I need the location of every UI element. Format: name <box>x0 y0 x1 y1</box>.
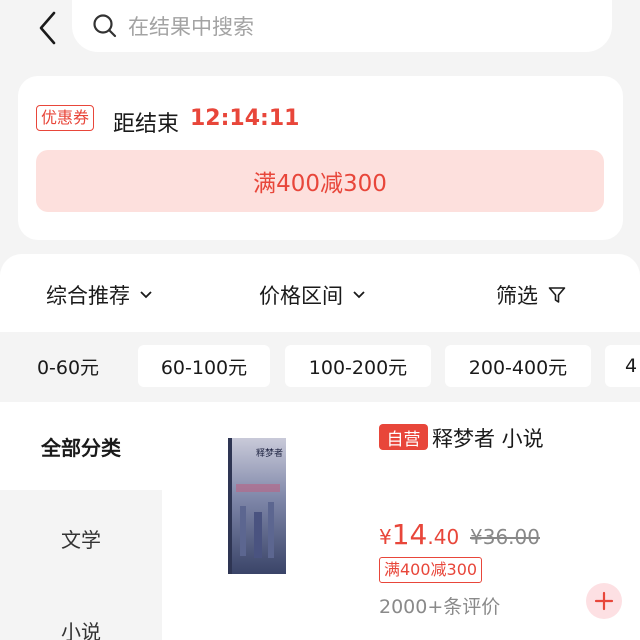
price-chip[interactable]: 200-400元 <box>445 345 591 387</box>
coupon-offer-button[interactable]: 满400减300 <box>36 150 604 212</box>
filter-icon <box>548 287 566 303</box>
plus-icon <box>594 591 614 611</box>
countdown-label: 距结束 <box>113 112 180 137</box>
book-cover-title: 释梦者 <box>256 447 283 459</box>
top-bar: 在结果中搜索 <box>0 0 640 58</box>
coupon-tag: 优惠券 <box>36 105 95 131</box>
price-integer: 14 <box>391 518 428 551</box>
category-all[interactable]: 全部分类 <box>0 402 162 490</box>
search-placeholder: 在结果中搜索 <box>128 15 254 39</box>
self-operated-badge: 自营 <box>379 424 428 450</box>
sort-price-range[interactable]: 价格区间 <box>259 280 365 310</box>
price-decimal: .40 <box>427 525 460 549</box>
sort-comprehensive-label: 综合推荐 <box>46 284 130 308</box>
results-panel: 综合推荐 价格区间 筛选 0-60元 60-100元 100-200元 200-… <box>0 254 640 640</box>
current-price: ¥ 14 .40 <box>379 518 459 551</box>
product-title[interactable]: 释梦者 小说 <box>432 423 544 453</box>
sort-price-range-label: 价格区间 <box>259 284 343 308</box>
category-item-novel[interactable]: 小说 <box>0 616 162 640</box>
filter-label: 筛选 <box>496 284 538 308</box>
price-chip[interactable]: 100-200元 <box>285 345 431 387</box>
add-to-cart-button[interactable] <box>586 583 622 619</box>
price-chip[interactable]: 0-60元 <box>18 345 118 387</box>
category-sidebar: 全部分类 文学 小说 <box>0 402 162 640</box>
category-item-literature[interactable]: 文学 <box>0 524 162 553</box>
search-input[interactable]: 在结果中搜索 <box>72 0 612 52</box>
chevron-down-icon <box>140 291 152 299</box>
price-chip[interactable]: 4 <box>605 345 640 387</box>
filter-button[interactable]: 筛选 <box>496 280 566 310</box>
price-chip[interactable]: 60-100元 <box>138 345 270 387</box>
price-currency: ¥ <box>379 525 392 549</box>
sort-comprehensive[interactable]: 综合推荐 <box>46 280 152 310</box>
coupon-card: 优惠券 距结束 12:14:11 满400减300 <box>18 76 623 240</box>
price-range-strip: 0-60元 60-100元 100-200元 200-400元 4 <box>0 332 640 402</box>
countdown-timer: 12:14:11 <box>190 106 300 131</box>
back-arrow-icon[interactable] <box>36 10 60 46</box>
search-icon <box>93 14 117 38</box>
original-price: ¥36.00 <box>470 525 540 549</box>
book-cover-image[interactable]: 释梦者 <box>226 436 288 576</box>
promo-tag: 满400减300 <box>379 557 483 583</box>
review-count: 2000+条评价 <box>379 596 501 618</box>
chevron-down-icon <box>353 291 365 299</box>
